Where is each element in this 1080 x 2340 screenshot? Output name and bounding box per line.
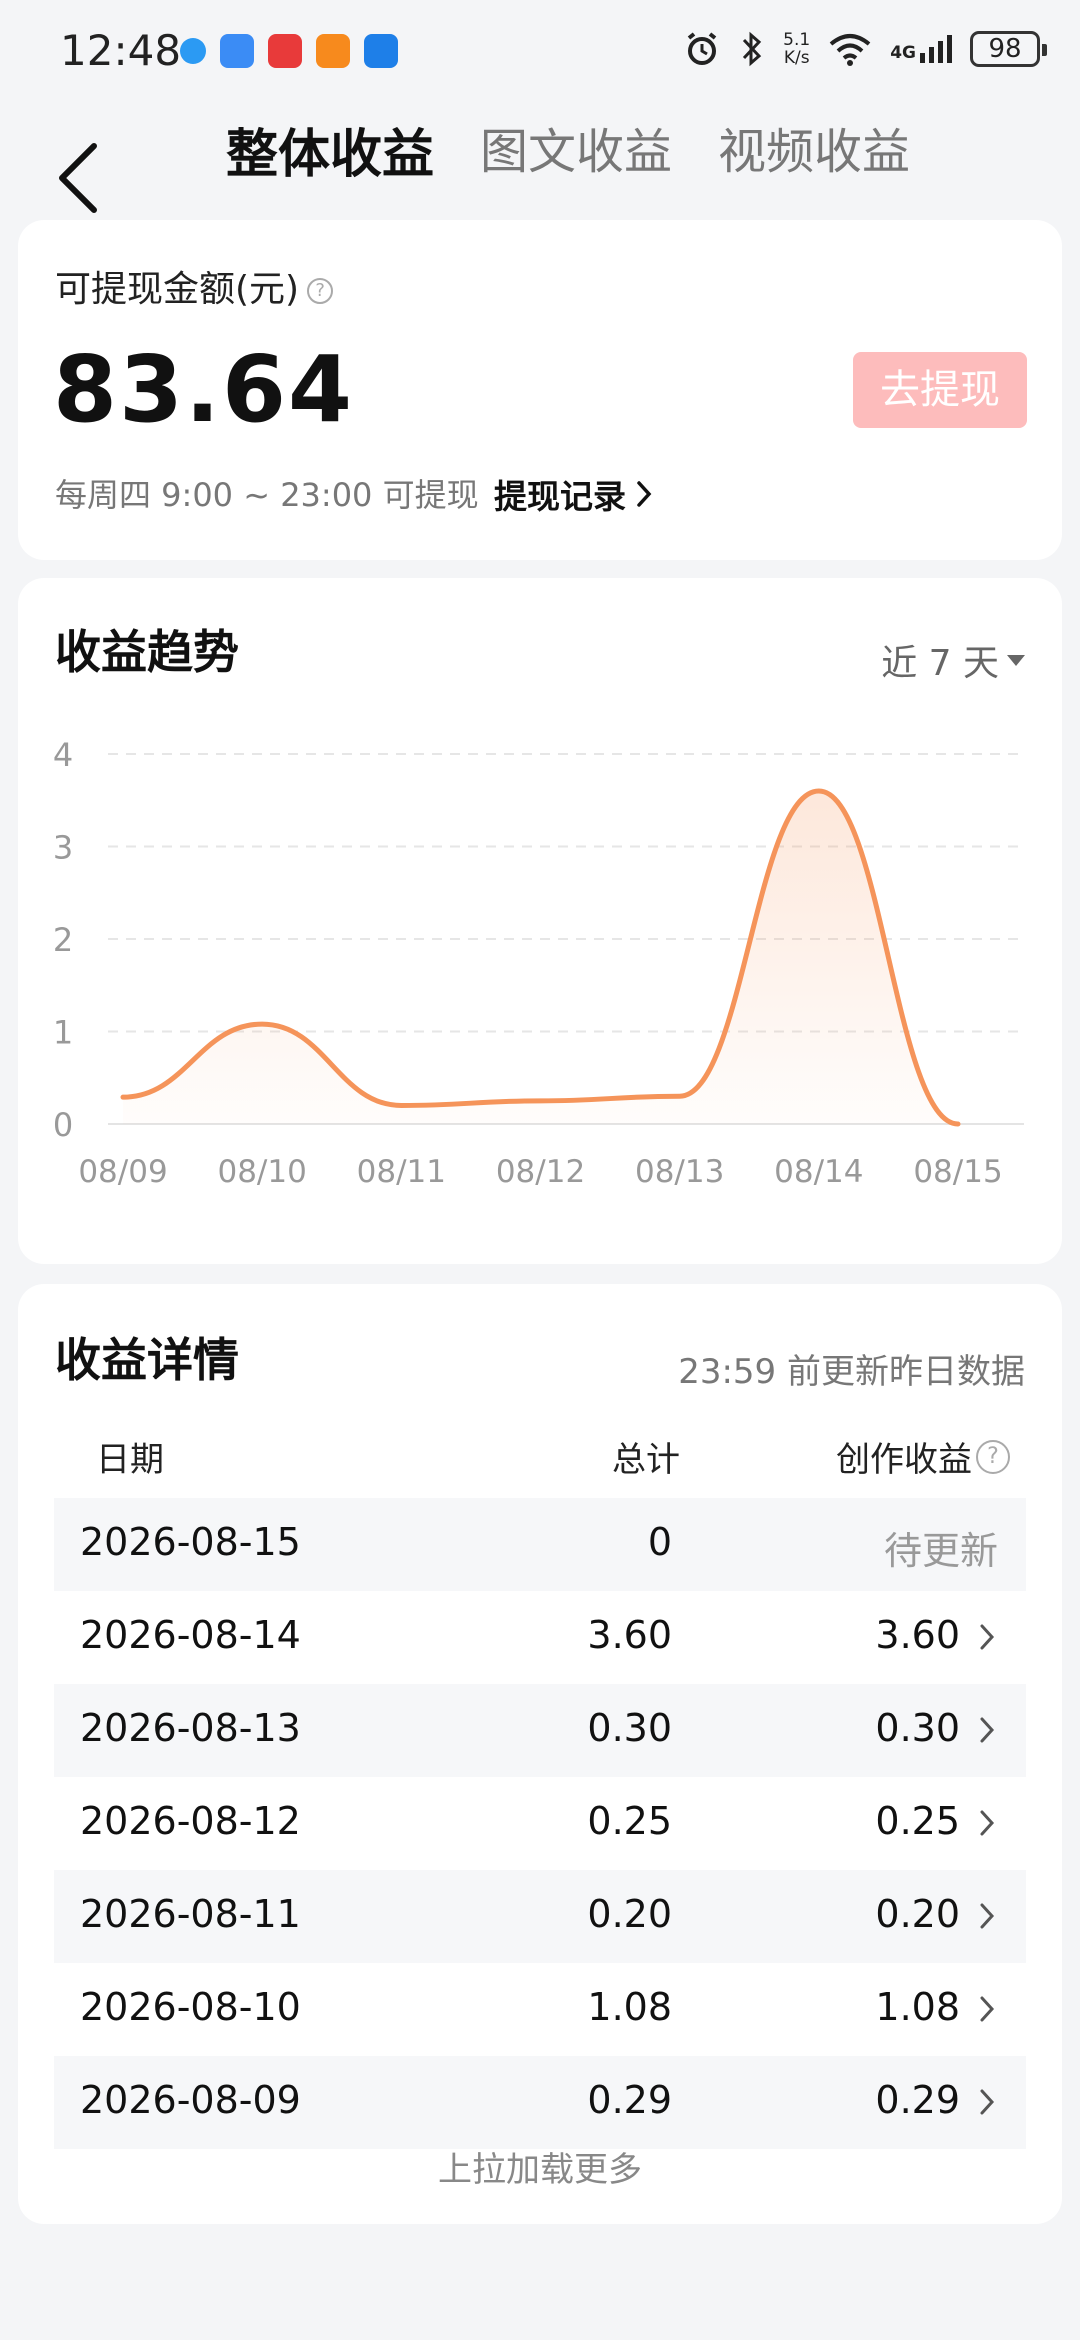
table-row[interactable]: 2026-08-13 0.30 0.30 [54, 1684, 1026, 1777]
tab-video[interactable]: 视频收益 [718, 112, 910, 187]
play-app-icon [316, 34, 350, 68]
chart-y-tick-label: 2 [53, 921, 73, 959]
details-card: 收益详情 23:59 前更新昨日数据 日期 总计 创作收益? 2026-08-1… [18, 1284, 1062, 2224]
chart-y-tick-label: 4 [53, 736, 73, 774]
chevron-right-icon [980, 1717, 995, 1743]
chart-y-tick-label: 0 [53, 1106, 73, 1144]
chart-area-fill [123, 791, 958, 1124]
withdraw-card: 可提现金额(元)? 83.64 去提现 每周四 9:00 ~ 23:00 可提现… [18, 220, 1062, 560]
cell-date: 2026-08-14 [80, 1613, 301, 1657]
table-header: 日期 总计 创作收益? [54, 1424, 1026, 1484]
browser-app-icon [180, 38, 206, 64]
cell-earning: 1.08 [875, 1985, 960, 2029]
chart-x-tick-label: 08/14 [774, 1154, 863, 1190]
cell-date: 2026-08-11 [80, 1892, 301, 1936]
chevron-right-icon [980, 1624, 995, 1650]
back-arrow-icon[interactable] [50, 138, 110, 218]
chevron-right-icon [980, 1996, 995, 2022]
help-icon[interactable]: ? [976, 1439, 1010, 1474]
withdrawable-label: 可提现金额(元)? [55, 260, 334, 312]
chevron-right-icon [980, 2089, 995, 2115]
trend-card: 收益趋势 近 7 天 01234 08/09 08/10 08/11 08/12 08/… [18, 578, 1062, 1264]
status-bar: 12:48 5.1 K/s 4G 98 [0, 0, 1080, 100]
cell-total: 0.20 [587, 1892, 672, 1936]
cell-earning: 0.30 [875, 1706, 960, 1750]
network-type: 4G [890, 43, 916, 63]
chart-x-tick-label: 08/11 [357, 1154, 446, 1190]
cell-date: 2026-08-13 [80, 1706, 301, 1750]
chart-y-tick-label: 3 [53, 829, 73, 867]
table-row: 2026-08-15 0 待更新 [54, 1498, 1026, 1591]
network-speed: 5.1 K/s [783, 31, 810, 67]
network-speed-unit: K/s [783, 48, 810, 68]
income-tabs: 整体收益 图文收益 视频收益 [226, 112, 910, 187]
chart-y-tick-label: 1 [53, 1014, 73, 1052]
cell-signal-icon: 4G [890, 35, 952, 63]
chart-x-tick-label: 08/09 [78, 1154, 167, 1190]
cell-total: 3.60 [587, 1613, 672, 1657]
status-time: 12:48 [60, 26, 182, 75]
network-speed-value: 5.1 [783, 30, 811, 50]
col-date-header: 日期 [96, 1440, 164, 1480]
chart-x-tick-label: 08/10 [217, 1154, 306, 1190]
chart-x-tick-label: 08/15 [913, 1154, 1002, 1190]
table-row[interactable]: 2026-08-10 1.08 1.08 [54, 1963, 1026, 2056]
assistant-app-icon [364, 34, 398, 68]
load-more-hint: 上拉加载更多 [438, 2150, 642, 2190]
cell-date: 2026-08-12 [80, 1799, 301, 1843]
cell-date: 2026-08-10 [80, 1985, 301, 2029]
table-row[interactable]: 2026-08-14 3.60 3.60 [54, 1591, 1026, 1684]
col-total-header: 总计 [612, 1440, 680, 1480]
cell-total: 0.29 [587, 2078, 672, 2122]
chart-x-tick-label: 08/12 [496, 1154, 585, 1190]
table-body: 2026-08-15 0 待更新 2026-08-14 3.60 3.60 2026-08-… [54, 1498, 1026, 2149]
withdraw-schedule-note: 每周四 9:00 ~ 23:00 可提现 [55, 476, 479, 514]
battery-indicator: 98 [970, 31, 1047, 67]
chevron-right-icon [980, 1810, 995, 1836]
withdraw-record-link[interactable]: 提现记录 [494, 470, 652, 518]
cell-total: 1.08 [587, 1985, 672, 2029]
cell-total: 0 [647, 1520, 672, 1564]
withdraw-button[interactable]: 去提现 [853, 352, 1027, 428]
tab-overall[interactable]: 整体收益 [226, 112, 434, 187]
update-note: 23:59 前更新昨日数据 [678, 1352, 1025, 1392]
table-row[interactable]: 2026-08-12 0.25 0.25 [54, 1777, 1026, 1870]
cell-total: 0.30 [587, 1706, 672, 1750]
bluetooth-icon [743, 31, 762, 67]
withdraw-record-text: 提现记录 [494, 477, 626, 516]
chart-x-tick-label: 08/13 [635, 1154, 724, 1190]
cell-earning: 待更新 [883, 1529, 998, 1573]
chevron-right-icon [980, 1903, 995, 1929]
cell-date: 2026-08-09 [80, 2078, 301, 2122]
chevron-right-icon [637, 481, 652, 507]
help-icon[interactable]: ? [307, 278, 334, 304]
col-earning-header-text: 创作收益 [836, 1440, 972, 1480]
trend-chart: 0 1 2 3 4 08/09 08/10 08/11 08/12 08/13 08/14 08/1… [53, 736, 1024, 1190]
status-app-icons [180, 34, 398, 68]
col-earning-header: 创作收益? [836, 1432, 1010, 1481]
cell-earning: 0.29 [875, 2078, 960, 2122]
cloud-app-icon [220, 34, 254, 68]
cell-earning: 0.20 [875, 1892, 960, 1936]
tab-article[interactable]: 图文收益 [480, 112, 672, 187]
withdrawable-label-text: 可提现金额(元) [55, 269, 300, 310]
wifi-icon [829, 34, 871, 66]
withdrawable-amount: 83.64 [53, 336, 355, 443]
table-row[interactable]: 2026-08-09 0.29 0.29 [54, 2056, 1026, 2149]
alarm-icon [687, 32, 717, 65]
cell-earning: 3.60 [875, 1613, 960, 1657]
status-indicators: 5.1 K/s 4G 98 [683, 30, 1047, 68]
details-title: 收益详情 [55, 1333, 239, 1387]
cell-earning: 0.25 [875, 1799, 960, 1843]
video-app-icon [268, 34, 302, 68]
cell-total: 0.25 [587, 1799, 672, 1843]
cell-date: 2026-08-15 [80, 1520, 301, 1564]
table-row[interactable]: 2026-08-11 0.20 0.20 [54, 1870, 1026, 1963]
